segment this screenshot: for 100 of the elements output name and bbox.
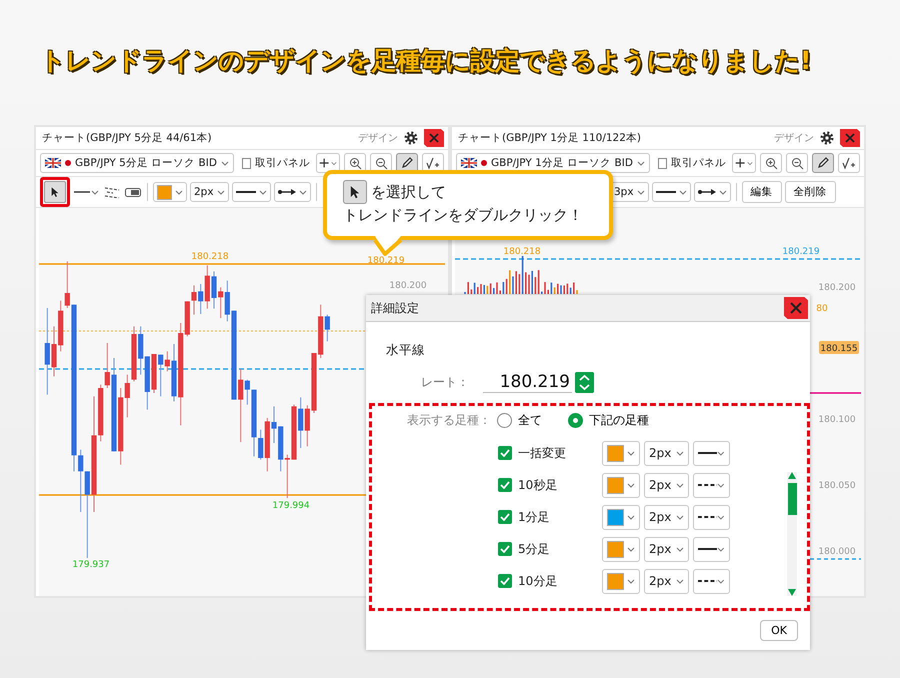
callout-text: を選択して	[371, 182, 446, 202]
checkbox[interactable]	[498, 542, 512, 556]
toolbar-button[interactable]: 編集	[742, 181, 782, 203]
plus-icon	[318, 156, 330, 170]
arrow-style-select[interactable]	[694, 182, 731, 202]
price-label: 180.219	[367, 256, 405, 266]
line-style-select[interactable]	[693, 440, 730, 466]
price-label: 179.937	[72, 560, 110, 570]
crosshair-button[interactable]	[732, 153, 756, 173]
line-style-select[interactable]	[693, 504, 730, 530]
caret-icon	[747, 160, 753, 166]
caret-icon	[627, 546, 635, 552]
ok-button[interactable]: OK	[760, 620, 798, 641]
zoom-out-icon	[374, 156, 388, 170]
scroll-up-icon[interactable]	[788, 472, 796, 479]
design-label: デザイン	[774, 132, 814, 145]
axis-label: 180.200	[389, 281, 427, 291]
caret-icon	[678, 190, 687, 194]
radio-option[interactable]: 全て	[497, 412, 542, 428]
scrollbar-thumb[interactable]	[788, 483, 796, 515]
caret-icon	[216, 190, 225, 194]
caret-icon	[717, 578, 725, 584]
close-icon	[429, 133, 439, 143]
caret-icon	[220, 160, 229, 166]
color-select[interactable]	[602, 440, 640, 466]
object-name: 水平線	[386, 342, 426, 359]
headline: トレンドラインのデザインを足種毎に設定できるようになりました!	[40, 45, 812, 77]
dashed-line[interactable]	[455, 258, 861, 260]
dashed-line-icon	[698, 515, 718, 519]
scroll-down-icon[interactable]	[788, 589, 796, 596]
dashed-line[interactable]	[810, 558, 861, 560]
line-icon	[74, 191, 90, 193]
radio-option[interactable]: 下記の足種	[568, 412, 649, 428]
price-label: 180.219	[782, 247, 820, 257]
line-style-select[interactable]	[693, 568, 730, 594]
color-select[interactable]	[602, 472, 640, 498]
cursor-icon	[350, 185, 360, 199]
timeframe-name: 1分足	[518, 508, 551, 526]
double-arrow-icon	[278, 188, 296, 196]
color-select[interactable]	[153, 182, 187, 202]
color-select[interactable]	[602, 536, 640, 562]
double-arrow-icon	[698, 188, 716, 196]
close-button[interactable]	[784, 297, 808, 319]
zoom-in-button[interactable]	[760, 153, 782, 173]
color-select[interactable]	[602, 568, 640, 594]
close-button[interactable]	[424, 129, 444, 147]
indicator-button[interactable]	[838, 153, 860, 173]
line-style-select[interactable]	[232, 182, 271, 202]
caret-icon	[331, 160, 337, 166]
timeframe-name: 10分足	[518, 572, 558, 590]
design-label: デザイン	[358, 132, 398, 145]
caret-icon	[175, 190, 183, 194]
width-select[interactable]: 2px	[644, 440, 689, 466]
line-style-select[interactable]	[652, 182, 691, 202]
width-select[interactable]: 2px	[644, 504, 689, 530]
close-icon	[790, 302, 802, 314]
caret-icon	[627, 482, 635, 488]
checkbox[interactable]	[498, 446, 512, 460]
trade-panel-checkbox[interactable]	[658, 158, 667, 168]
crosshair-button[interactable]	[316, 153, 340, 173]
line-style-select[interactable]	[693, 536, 730, 562]
caret-icon	[676, 578, 684, 584]
settings-icon[interactable]	[404, 131, 418, 145]
caret-icon	[717, 514, 725, 520]
flag-dot-icon	[65, 160, 71, 166]
caret-icon	[636, 190, 645, 194]
width-select[interactable]: 3px	[610, 182, 649, 202]
symbol-select[interactable]: GBP/JPY 5分足 ローソク BID	[40, 153, 234, 173]
caret-icon	[627, 578, 635, 584]
line-style-select[interactable]	[693, 472, 730, 498]
axis-label: 180.200	[818, 283, 856, 293]
caret-icon	[676, 514, 684, 520]
axis-label: 180.000	[818, 547, 856, 557]
color-select[interactable]	[602, 504, 640, 530]
trade-panel-label: 取引パネル	[254, 156, 310, 170]
axis-label: 180.100	[818, 415, 856, 425]
width-select[interactable]: 2px	[644, 536, 689, 562]
spinner-button[interactable]	[575, 372, 594, 392]
toggle-icon	[125, 188, 141, 196]
price-badge: 180.155	[819, 341, 859, 354]
price-label: 180.218	[503, 247, 541, 257]
pencil-button[interactable]	[812, 153, 834, 173]
scrollbar[interactable]	[787, 472, 797, 596]
indicator-icon	[426, 156, 440, 170]
toolbar-button[interactable]: 全削除	[784, 181, 836, 203]
flag-dot-icon	[481, 160, 487, 166]
checkbox[interactable]	[498, 510, 512, 524]
price-label: 179.994	[272, 501, 310, 511]
close-button[interactable]	[840, 129, 860, 147]
arrow-style-select[interactable]	[274, 182, 311, 202]
checkbox[interactable]	[498, 478, 512, 492]
width-select[interactable]: 2px	[190, 182, 229, 202]
width-select[interactable]: 2px	[644, 472, 689, 498]
flag-icon	[45, 158, 61, 168]
zoom-out-button[interactable]	[786, 153, 808, 173]
settings-icon[interactable]	[820, 131, 834, 145]
trade-panel-checkbox[interactable]	[242, 158, 251, 168]
rate-field[interactable]: 180.219	[483, 371, 572, 393]
checkbox[interactable]	[498, 574, 512, 588]
width-select[interactable]: 2px	[644, 568, 689, 594]
